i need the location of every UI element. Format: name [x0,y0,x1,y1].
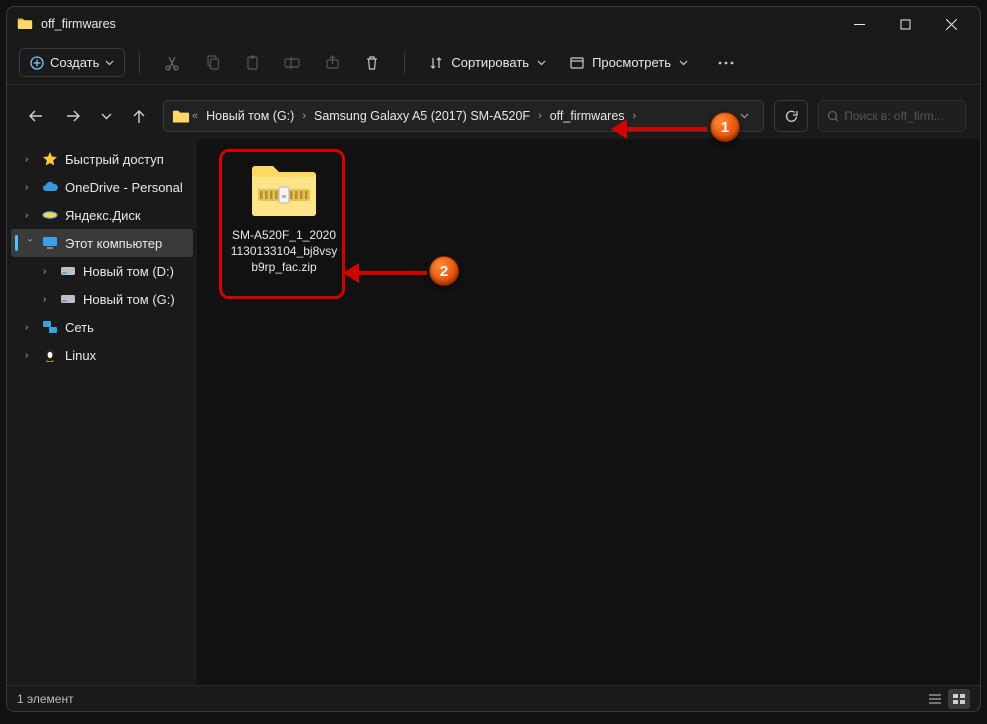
create-button[interactable]: Создать [19,48,125,77]
sidebar-item-quickaccess[interactable]: › Быстрый доступ [11,145,193,173]
chevron-right-icon: › [25,210,35,221]
file-item[interactable]: SM-A520F_1_20201130133104_bj8vsyb9rp_fac… [229,157,339,276]
chevron-right-icon[interactable]: › [302,110,306,122]
sidebar-item-thispc[interactable]: › Этот компьютер [11,229,193,257]
search-input[interactable] [844,109,957,123]
window-title: off_firmwares [41,17,116,31]
search-box[interactable] [818,100,966,132]
delete-button[interactable] [354,47,390,79]
maximize-button[interactable] [882,7,928,41]
folder-icon [172,109,190,124]
linux-icon [42,347,58,363]
chevron-right-icon[interactable]: › [633,110,637,122]
plus-circle-icon [30,56,44,70]
minimize-button[interactable] [836,7,882,41]
view-button[interactable]: Просмотреть [560,49,698,76]
create-label: Создать [50,55,99,70]
view-icon [570,57,584,69]
chevron-down-icon [679,60,688,66]
cut-button[interactable] [154,47,190,79]
up-button[interactable] [125,102,153,130]
chevron-right-icon: › [25,322,35,333]
sidebar: › Быстрый доступ › OneDrive - Personal ›… [7,139,197,685]
zip-folder-icon [248,157,320,219]
sidebar-item-label: Новый том (G:) [83,292,175,307]
sidebar-item-label: Яндекс.Диск [65,208,141,223]
forward-button[interactable] [59,102,87,130]
annotation-arrow [617,127,707,131]
sort-button[interactable]: Сортировать [419,49,556,76]
copy-button[interactable] [194,47,230,79]
sidebar-item-label: Новый том (D:) [83,264,174,279]
sort-label: Сортировать [451,55,529,70]
cloud-icon [42,179,58,195]
close-button[interactable] [928,7,974,41]
back-button[interactable] [21,102,49,130]
annotation-badge: 2 [429,256,459,286]
chevron-right-icon: › [25,350,35,361]
separator [139,52,140,74]
paste-button[interactable] [234,47,270,79]
chevron-right-icon: › [25,154,35,165]
refresh-button[interactable] [774,100,808,132]
titlebar: off_firmwares [7,7,980,41]
disk-icon [42,207,58,223]
chevron-right-icon: › [43,294,53,305]
content-area[interactable]: SM-A520F_1_20201130133104_bj8vsyb9rp_fac… [197,139,980,685]
view-label: Просмотреть [592,55,671,70]
share-button[interactable] [314,47,350,79]
chevron-down-icon [105,60,114,66]
annotation-badge: 1 [710,112,740,142]
drive-icon [60,263,76,279]
separator [404,52,405,74]
sidebar-item-linux[interactable]: › Linux [11,341,193,369]
chevron-right-icon[interactable]: › [538,110,542,122]
sidebar-item-network[interactable]: › Сеть [11,313,193,341]
sidebar-item-yadisk[interactable]: › Яндекс.Диск [11,201,193,229]
status-bar: 1 элемент [7,685,980,711]
sidebar-item-label: Linux [65,348,96,363]
breadcrumb-item[interactable]: Samsung Galaxy A5 (2017) SM-A520F [308,106,536,126]
sidebar-item-label: Этот компьютер [65,236,162,251]
chevron-right-icon[interactable]: « [192,110,198,122]
chevron-right-icon: › [25,182,35,193]
sidebar-item-label: OneDrive - Personal [65,180,183,195]
address-row: « Новый том (G:) › Samsung Galaxy A5 (20… [7,93,980,139]
sidebar-item-drive-g[interactable]: › Новый том (G:) [11,285,193,313]
recent-button[interactable] [97,102,115,130]
sort-icon [429,56,443,70]
breadcrumb-item[interactable]: Новый том (G:) [200,106,300,126]
search-icon [827,110,838,123]
chevron-down-icon [537,60,546,66]
status-count: 1 элемент [17,692,74,706]
sidebar-item-label: Быстрый доступ [65,152,164,167]
chevron-right-icon: › [43,266,53,277]
sidebar-item-label: Сеть [65,320,94,335]
icons-view-button[interactable] [948,689,970,709]
chevron-down-icon: › [25,238,36,248]
sidebar-item-onedrive[interactable]: › OneDrive - Personal [11,173,193,201]
details-view-button[interactable] [924,689,946,709]
sidebar-item-drive-d[interactable]: › Новый том (D:) [11,257,193,285]
explorer-window: off_firmwares Создать Сортировать Просмо… [6,6,981,712]
star-icon [42,151,58,167]
folder-icon [17,17,33,31]
annotation-arrow [349,271,427,275]
toolbar: Создать Сортировать Просмотреть [7,41,980,85]
rename-button[interactable] [274,47,310,79]
network-icon [42,319,58,335]
more-button[interactable] [708,47,744,79]
drive-icon [60,291,76,307]
file-name: SM-A520F_1_20201130133104_bj8vsyb9rp_fac… [229,227,339,276]
body: › Быстрый доступ › OneDrive - Personal ›… [7,139,980,685]
pc-icon [42,235,58,251]
